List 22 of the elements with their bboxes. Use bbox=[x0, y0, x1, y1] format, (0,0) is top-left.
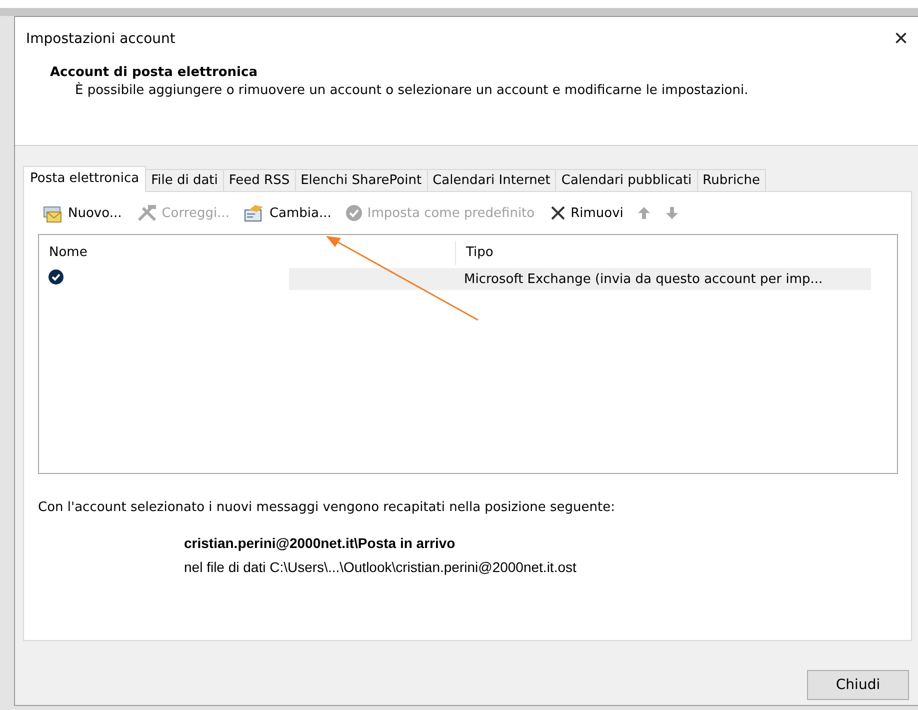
table-cell-text: Microsoft Exchange (invia da questo account per imp... bbox=[463, 272, 824, 286]
window-title: Impostazioni account bbox=[26, 31, 176, 47]
data-file-path: nel file di dati C:\Users\...\Outlook\cristian.perini@2000net.it.ost bbox=[184, 559, 578, 575]
close-button[interactable]: × bbox=[894, 29, 908, 49]
down-arrow-icon bbox=[665, 206, 680, 220]
section-description: È possibile aggiungere o rimuovere un account o selezionare un account e modificarne le impostazioni. bbox=[75, 83, 750, 98]
toolbar-button[interactable]: Nuovo... bbox=[42, 203, 122, 223]
up-arrow-icon bbox=[637, 206, 652, 220]
check-circle-icon bbox=[345, 204, 364, 222]
close-dialog-button[interactable]: Chiudi bbox=[807, 670, 909, 700]
column-header[interactable]: Nome bbox=[39, 241, 455, 265]
toolbar-button[interactable]: Cambia... bbox=[243, 204, 332, 222]
delivery-text: Con l'account selezionato i nuovi messaggi vengono recapitati nella posizione seguente: bbox=[38, 500, 616, 515]
tab[interactable]: Rubriche bbox=[696, 169, 766, 192]
close-icon bbox=[548, 204, 567, 222]
tab[interactable]: Posta elettronica bbox=[23, 166, 146, 192]
tools-icon bbox=[136, 204, 158, 222]
column-header[interactable]: Tipo bbox=[455, 241, 871, 265]
delivery-folder: cristian.perini@2000net.it\Posta in arrivo bbox=[184, 535, 456, 551]
card-icon bbox=[243, 204, 266, 222]
toolbar-button[interactable]: Rimuovi bbox=[548, 204, 624, 222]
section-title: Account di posta elettronica bbox=[50, 65, 258, 80]
